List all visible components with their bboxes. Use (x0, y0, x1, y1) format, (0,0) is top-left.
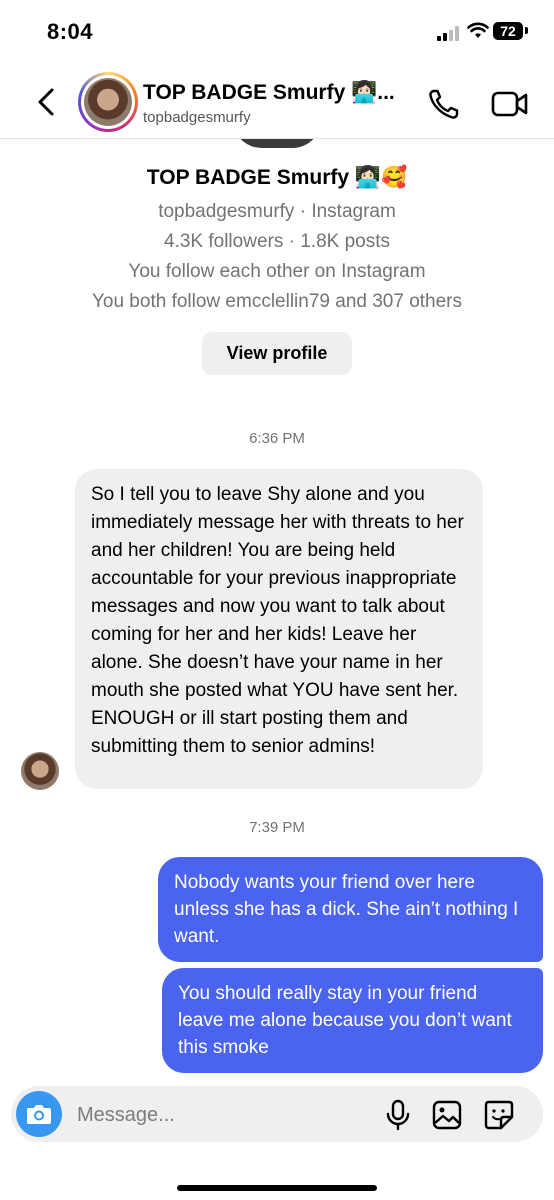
signal-icon (437, 25, 463, 41)
status-bar: 8:04 72 (0, 0, 554, 68)
view-profile-button[interactable]: View profile (202, 332, 352, 375)
outgoing-message[interactable]: You should really stay in your friend le… (162, 968, 543, 1073)
profile-follow-line: You follow each other on Instagram (128, 261, 426, 282)
message-timestamp: 6:36 PM (249, 430, 305, 447)
outgoing-message[interactable]: Nobody wants your friend over here unles… (158, 857, 543, 962)
header-handle[interactable]: topbadgesmurfy (143, 109, 251, 126)
microphone-icon[interactable] (383, 1099, 413, 1131)
sender-avatar[interactable] (21, 752, 59, 790)
message-composer (11, 1086, 543, 1142)
profile-name: TOP BADGE Smurfy 👩🏻‍💻🥰 (146, 166, 408, 189)
sticker-icon[interactable] (483, 1099, 515, 1131)
video-camera-icon[interactable] (490, 86, 530, 122)
battery-icon: 72 (493, 22, 523, 40)
camera-button[interactable] (16, 1091, 62, 1137)
status-time: 8:04 (47, 19, 94, 44)
camera-icon (27, 1105, 51, 1124)
incoming-message[interactable]: So I tell you to leave Shy alone and you… (75, 469, 483, 789)
message-input[interactable] (75, 1096, 359, 1134)
profile-stats-line: 4.3K followers · 1.8K posts (164, 231, 390, 252)
gallery-icon[interactable] (431, 1099, 463, 1131)
header-avatar[interactable] (78, 72, 138, 132)
home-indicator[interactable] (177, 1185, 377, 1191)
profile-platform-line: topbadgesmurfy · Instagram (158, 201, 396, 222)
message-timestamp: 7:39 PM (249, 819, 305, 836)
battery-level: 72 (500, 23, 516, 39)
profile-mutual-line: You both follow emcclellin79 and 307 oth… (91, 291, 463, 312)
back-icon[interactable] (28, 82, 68, 122)
battery-tip (525, 27, 528, 34)
phone-icon[interactable] (426, 86, 462, 122)
header-name[interactable]: TOP BADGE Smurfy 👩🏻‍💻... (143, 81, 395, 105)
wifi-icon (467, 22, 489, 38)
chat-header: TOP BADGE Smurfy 👩🏻‍💻... topbadgesmurfy (0, 68, 554, 139)
